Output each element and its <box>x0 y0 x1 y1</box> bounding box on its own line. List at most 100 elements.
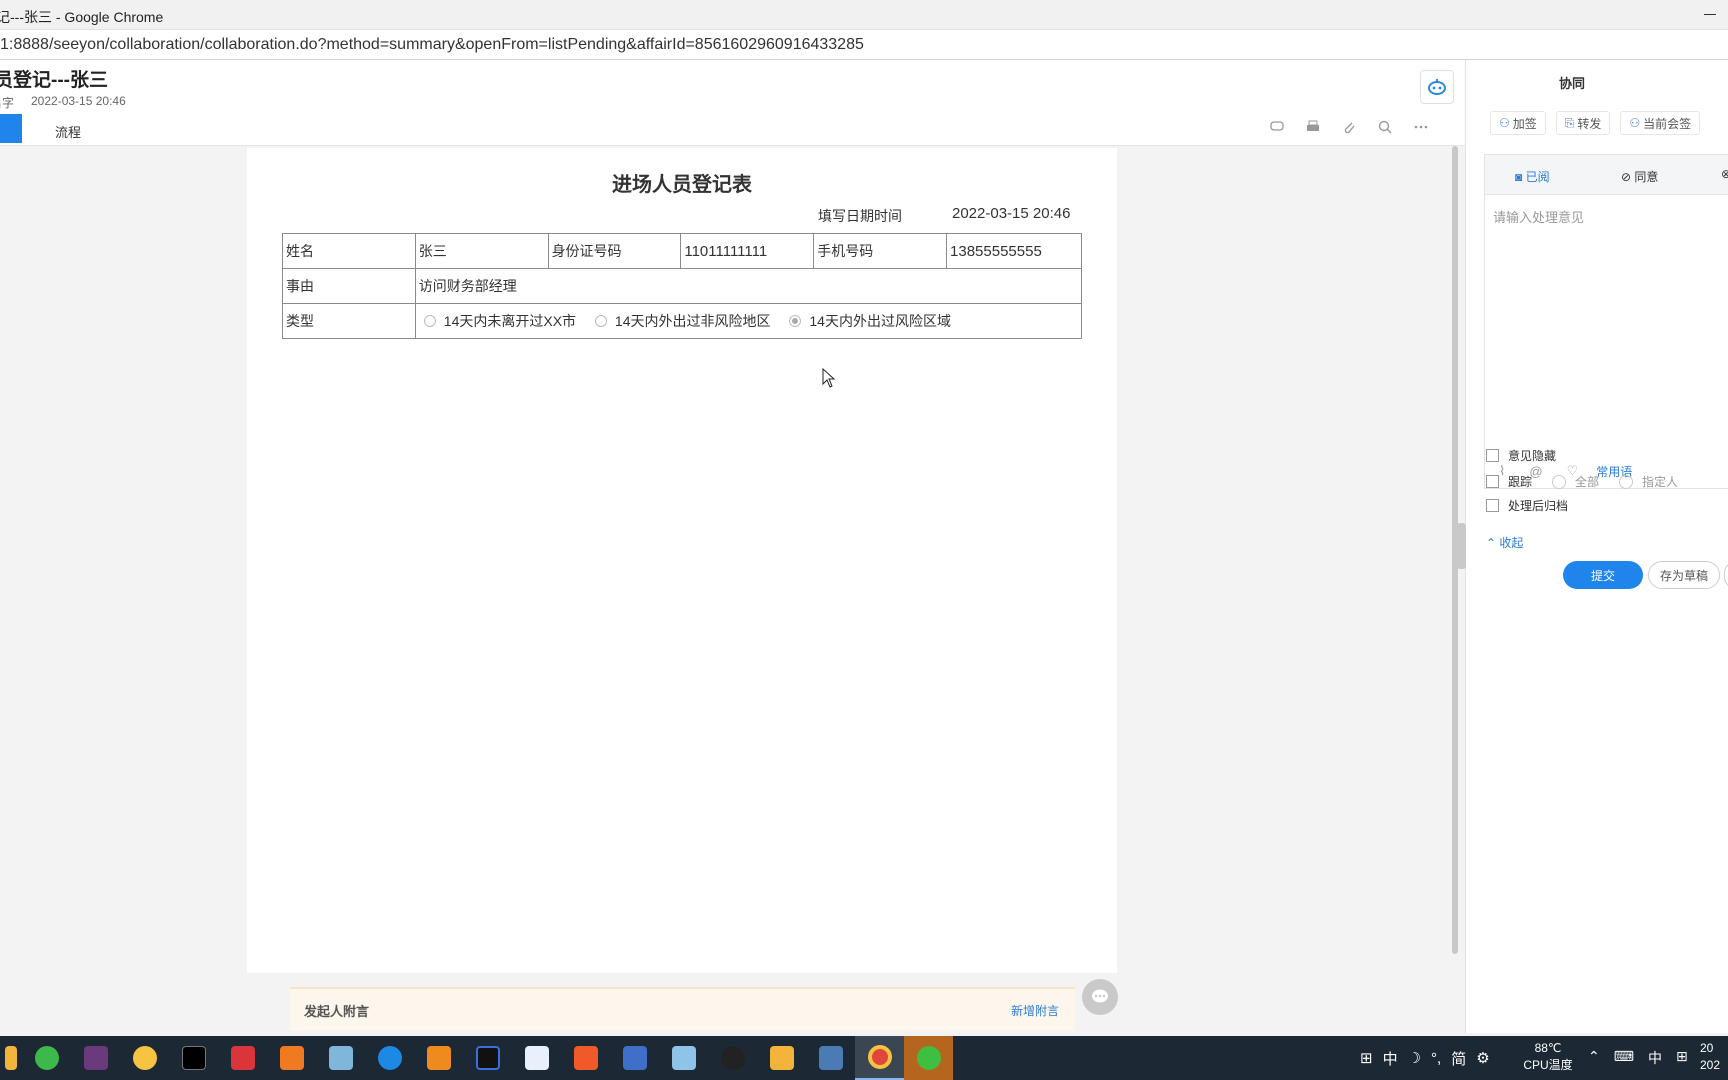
tab-agree[interactable]: ⊘ 同意 <box>1621 168 1658 185</box>
remote-desktop-icon[interactable] <box>610 1036 659 1080</box>
page-content: 员登记---张三 名字 2022-03-15 20:46 流程 进场人员登记表 … <box>0 60 1465 1033</box>
assistant-robot-icon[interactable] <box>1420 70 1454 104</box>
more-button[interactable] <box>1724 561 1728 589</box>
users-icon: ⚇ <box>1629 116 1641 130</box>
checkbox[interactable] <box>1486 499 1499 512</box>
forward-icon: ⎘ <box>1564 115 1575 130</box>
radio-icon <box>594 315 607 327</box>
ime-mode[interactable]: 中 <box>1383 1048 1398 1069</box>
id-label: 身份证号码 <box>547 233 682 269</box>
add-note-link[interactable]: 新增附言 <box>1011 1002 1059 1019</box>
comment-icon[interactable] <box>1268 118 1286 136</box>
intellij-icon[interactable] <box>463 1036 512 1080</box>
submit-button[interactable]: 提交 <box>1563 561 1643 589</box>
archive-option[interactable]: 处理后归档 <box>1486 497 1568 514</box>
forward-button[interactable]: ⎘ 转发 <box>1555 111 1611 135</box>
radio-icon[interactable] <box>1552 474 1567 489</box>
sender-name: 名字 <box>0 96 15 110</box>
address-bar[interactable]: 1:8888/seeyon/collaboration/collaboratio… <box>0 30 1728 60</box>
chevron-up-icon[interactable]: ⌃ <box>1588 1048 1600 1068</box>
summary-header: 员登记---张三 名字 2022-03-15 20:46 流程 <box>0 60 1465 146</box>
wechat-icon[interactable] <box>904 1036 953 1080</box>
search-icon[interactable] <box>1376 118 1394 136</box>
attachment-icon[interactable] <box>1340 118 1358 136</box>
photo-app-icon[interactable] <box>806 1036 855 1080</box>
sender-note-bar: 发起人附言 新增附言 <box>290 987 1075 1031</box>
qq-icon[interactable] <box>708 1036 757 1080</box>
punctuation-icon[interactable]: °, <box>1431 1050 1441 1067</box>
url-text[interactable]: 1:8888/seeyon/collaboration/collaboratio… <box>0 36 864 54</box>
tab-read[interactable]: ◙ 已阅 <box>1515 168 1550 185</box>
table-row: 类型 14天内未离开过XX市 14天内外出过非风险地区 14天内外出过风险区域 <box>282 303 1083 339</box>
type-options: 14天内未离开过XX市 14天内外出过非风险地区 14天内外出过风险区域 <box>414 303 1083 339</box>
form-sheet: 进场人员登记表 填写日期时间 2022-03-15 20:46 姓名 张三 身份… <box>247 148 1117 973</box>
add-sign-button[interactable]: ⚇ 加签 <box>1490 111 1546 135</box>
phone-value: 13855555555 <box>946 233 1082 269</box>
windows-taskbar: ⊞ 中 ☽ °, 简 ⚙ 88℃ CPU温度 ⌃ ⌨ 中 ⊞ 20 202 <box>0 1036 1728 1080</box>
chat-bubble-icon[interactable] <box>1082 979 1118 1015</box>
box-app-icon[interactable] <box>757 1036 806 1080</box>
hide-opinion-option[interactable]: 意见隐藏 <box>1486 447 1556 464</box>
sender-note-title: 发起人附言 <box>304 1004 370 1019</box>
form-title: 进场人员登记表 <box>612 174 752 196</box>
panel-actions: ⚇ 加签 ⎘ 转发 ⚇ 当前会签 <box>1490 111 1701 135</box>
minimize-button[interactable] <box>1704 14 1716 15</box>
mouse-cursor-icon <box>822 368 836 388</box>
notes-blue-icon[interactable] <box>659 1036 708 1080</box>
settings-icon[interactable]: ⚙ <box>1476 1049 1489 1067</box>
opinion-tabs: ◙ 已阅 ⊘ 同意 ⊗ <box>1485 155 1728 195</box>
ime-simplified[interactable]: 简 <box>1451 1048 1466 1069</box>
type-option-2[interactable]: 14天内外出过非风险地区 <box>594 311 771 331</box>
connect-app-icon[interactable] <box>512 1036 561 1080</box>
close-icon[interactable]: ⊗ <box>1721 167 1728 181</box>
red-app-icon[interactable] <box>561 1036 610 1080</box>
keyboard-icon[interactable]: ⌨ <box>1614 1048 1634 1068</box>
orange-app-icon[interactable] <box>267 1036 316 1080</box>
ime-grid-icon[interactable]: ⊞ <box>1676 1048 1688 1068</box>
print-icon[interactable] <box>1304 118 1322 136</box>
notes-app-icon[interactable] <box>316 1036 365 1080</box>
phone-label: 手机号码 <box>813 233 948 269</box>
user-plus-icon: ⚇ <box>1499 116 1510 130</box>
panel-collapse-handle[interactable] <box>1457 523 1466 569</box>
radio-icon[interactable] <box>1619 474 1634 489</box>
page-title: 员登记---张三 <box>0 70 108 91</box>
terminal-icon[interactable] <box>169 1036 218 1080</box>
sent-time: 2022-03-15 20:46 <box>31 94 126 108</box>
keyboard-grid-icon[interactable]: ⊞ <box>1360 1049 1373 1067</box>
opinion-box: ◙ 已阅 ⊘ 同意 ⊗ 请输入处理意见 ⌇ @ ♡ 常用语 <box>1484 154 1728 489</box>
save-draft-button[interactable]: 存为草稿 <box>1648 561 1720 589</box>
opinion-input[interactable]: 请输入处理意见 <box>1493 207 1584 226</box>
moon-icon[interactable]: ☽ <box>1408 1049 1421 1067</box>
cloud-app-icon[interactable] <box>120 1036 169 1080</box>
current-countersign-button[interactable]: ⚇ 当前会签 <box>1620 111 1701 135</box>
type-label: 类型 <box>282 303 416 339</box>
handling-panel: 协同 ⚇ 加签 ⎘ 转发 ⚇ 当前会签 ◙ 已阅 ⊘ 同意 ⊗ 请输入处理意见 ⌇ @… <box>1457 60 1728 1033</box>
game-app-icon[interactable] <box>71 1036 120 1080</box>
chrome-icon[interactable] <box>855 1036 904 1080</box>
type-option-1[interactable]: 14天内未离开过XX市 <box>423 311 576 331</box>
tab-flow[interactable]: 流程 <box>55 122 81 141</box>
internet-explorer-icon[interactable] <box>365 1036 414 1080</box>
cpu-temperature: 88℃ CPU温度 <box>1523 1041 1573 1072</box>
language-indicator[interactable]: 中 <box>1648 1048 1662 1068</box>
checkbox[interactable] <box>1486 475 1499 488</box>
toolbar <box>1268 118 1430 136</box>
type-option-3[interactable]: 14天内外出过风险区域 <box>789 311 951 331</box>
checkbox[interactable] <box>1486 449 1499 462</box>
sublime-icon[interactable] <box>414 1036 463 1080</box>
name-label: 姓名 <box>282 233 416 269</box>
file-explorer-icon[interactable] <box>0 1036 22 1080</box>
reason-value: 访问财务部经理 <box>414 268 1083 304</box>
tab-body[interactable] <box>0 114 22 143</box>
app-green-icon[interactable] <box>22 1036 71 1080</box>
tray-right: ⌃ ⌨ 中 ⊞ <box>1588 1048 1688 1068</box>
clock[interactable]: 20 202 <box>1700 1040 1720 1074</box>
id-value: 11011111111 <box>680 233 815 269</box>
vivaldi-icon[interactable] <box>218 1036 267 1080</box>
window-title: 记---张三 - Google Chrome <box>0 9 164 25</box>
more-icon[interactable] <box>1412 118 1430 136</box>
collapse-link[interactable]: ⌃ 收起 <box>1486 534 1523 551</box>
track-option[interactable]: 跟踪 全部 指定人 <box>1486 473 1678 490</box>
fill-time-value: 2022-03-15 20:46 <box>952 205 1071 222</box>
